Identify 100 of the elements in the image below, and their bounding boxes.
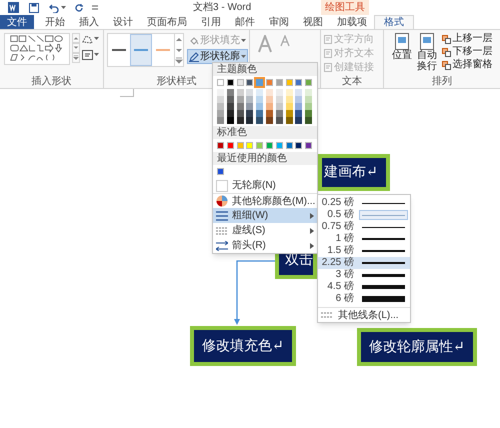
- color-swatch[interactable]: [217, 168, 224, 175]
- color-swatch[interactable]: [217, 79, 224, 86]
- color-swatch[interactable]: [305, 142, 312, 149]
- ribbon-tab[interactable]: 审阅: [262, 15, 296, 29]
- color-swatch[interactable]: [266, 103, 273, 110]
- color-swatch[interactable]: [266, 110, 273, 117]
- color-swatch[interactable]: [217, 142, 224, 149]
- color-swatch[interactable]: [226, 117, 234, 124]
- color-swatch[interactable]: [226, 103, 234, 110]
- color-swatch[interactable]: [236, 79, 244, 86]
- menu-item[interactable]: 虚线(S): [213, 223, 317, 238]
- ribbon-tab[interactable]: 邮件: [228, 15, 262, 29]
- color-swatch[interactable]: [295, 103, 302, 110]
- color-swatch[interactable]: [305, 79, 312, 86]
- color-swatch[interactable]: [295, 89, 302, 96]
- color-swatch[interactable]: [286, 79, 293, 86]
- color-swatch[interactable]: [305, 89, 312, 96]
- color-swatch[interactable]: [246, 110, 254, 117]
- color-swatch[interactable]: [286, 142, 293, 149]
- color-swatch[interactable]: [266, 142, 273, 149]
- color-swatch[interactable]: [266, 117, 273, 124]
- ribbon-tab[interactable]: 格式: [374, 15, 414, 29]
- color-swatch[interactable]: [236, 96, 244, 103]
- color-swatch[interactable]: [295, 117, 302, 124]
- position-button[interactable]: 位置: [392, 33, 412, 76]
- color-swatch[interactable]: [276, 96, 283, 103]
- scroll-up-icon[interactable]: [72, 33, 80, 43]
- color-swatch[interactable]: [226, 142, 234, 149]
- shape-style-swatch[interactable]: [130, 34, 152, 66]
- arrange-button[interactable]: 选择窗格: [442, 59, 492, 71]
- color-swatch[interactable]: [226, 79, 234, 86]
- color-swatch[interactable]: [295, 96, 302, 103]
- color-swatch[interactable]: [286, 110, 293, 117]
- shape-outline-button[interactable]: 形状轮廓: [187, 49, 248, 64]
- color-swatch[interactable]: [256, 103, 264, 110]
- color-swatch[interactable]: [256, 142, 264, 149]
- color-swatch[interactable]: [246, 142, 254, 149]
- color-swatch[interactable]: [286, 103, 293, 110]
- color-swatch[interactable]: [266, 89, 273, 96]
- ribbon-tab[interactable]: 视图: [296, 15, 330, 29]
- color-swatch[interactable]: [286, 117, 293, 124]
- line-weight-item[interactable]: 1 磅: [318, 233, 410, 245]
- ribbon-tab[interactable]: 插入: [72, 15, 106, 29]
- color-swatch[interactable]: [305, 110, 312, 117]
- menu-item[interactable]: 无轮廓(N): [213, 178, 317, 193]
- color-swatch[interactable]: [217, 103, 224, 110]
- redo-icon[interactable]: [74, 2, 84, 12]
- ribbon-tab[interactable]: 引用: [194, 15, 228, 29]
- undo-icon[interactable]: [49, 2, 59, 12]
- line-weight-item[interactable]: 0.5 磅: [318, 209, 410, 221]
- color-swatch[interactable]: [226, 89, 234, 96]
- shapes-gallery-drawing[interactable]: [4, 33, 70, 65]
- color-swatch[interactable]: [266, 96, 273, 103]
- line-weight-item[interactable]: 1.5 磅: [318, 245, 410, 257]
- wrap-text-button[interactable]: 自动换行: [416, 33, 438, 76]
- color-swatch[interactable]: [246, 79, 254, 86]
- color-swatch[interactable]: [286, 96, 293, 103]
- color-swatch[interactable]: [305, 117, 312, 124]
- color-swatch[interactable]: [246, 103, 254, 110]
- color-swatch[interactable]: [295, 142, 302, 149]
- customize-icon[interactable]: [92, 4, 98, 10]
- color-swatch[interactable]: [266, 79, 273, 86]
- color-swatch[interactable]: [236, 110, 244, 117]
- color-swatch[interactable]: [276, 142, 283, 149]
- color-swatch[interactable]: [286, 89, 293, 96]
- file-tab[interactable]: 文件: [0, 15, 34, 29]
- ribbon-tab[interactable]: 页面布局: [140, 15, 194, 29]
- edit-shape-icon[interactable]: [82, 34, 93, 44]
- line-weight-item[interactable]: 4.5 磅: [318, 281, 410, 293]
- color-swatch[interactable]: [276, 103, 283, 110]
- color-swatch[interactable]: [226, 96, 234, 103]
- color-swatch[interactable]: [217, 117, 224, 124]
- color-swatch[interactable]: [246, 117, 254, 124]
- color-swatch[interactable]: [276, 89, 283, 96]
- color-swatch[interactable]: [256, 79, 264, 86]
- color-swatch[interactable]: [256, 89, 264, 96]
- menu-item[interactable]: 粗细(W): [213, 208, 317, 223]
- color-swatch[interactable]: [236, 117, 244, 124]
- menu-item[interactable]: 箭头(R): [213, 238, 317, 253]
- color-swatch[interactable]: [217, 96, 224, 103]
- scroll-down-icon[interactable]: [72, 43, 80, 53]
- color-swatch[interactable]: [246, 89, 254, 96]
- ribbon-tab[interactable]: 开始: [38, 15, 72, 29]
- save-icon[interactable]: [29, 2, 39, 12]
- color-swatch[interactable]: [246, 96, 254, 103]
- color-swatch[interactable]: [226, 110, 234, 117]
- color-swatch[interactable]: [295, 110, 302, 117]
- line-weight-item[interactable]: 6 磅: [318, 293, 410, 305]
- color-swatch[interactable]: [236, 103, 244, 110]
- color-swatch[interactable]: [217, 89, 224, 96]
- line-weight-item[interactable]: 0.25 磅: [318, 197, 410, 209]
- more-icon[interactable]: [72, 53, 80, 63]
- color-swatch[interactable]: [305, 103, 312, 110]
- color-swatch[interactable]: [217, 110, 224, 117]
- color-swatch[interactable]: [276, 79, 283, 86]
- arrange-button[interactable]: 下移一层: [442, 46, 492, 58]
- color-swatch[interactable]: [276, 110, 283, 117]
- color-swatch[interactable]: [295, 79, 302, 86]
- color-swatch[interactable]: [236, 89, 244, 96]
- line-weight-item[interactable]: 2.25 磅: [318, 257, 410, 269]
